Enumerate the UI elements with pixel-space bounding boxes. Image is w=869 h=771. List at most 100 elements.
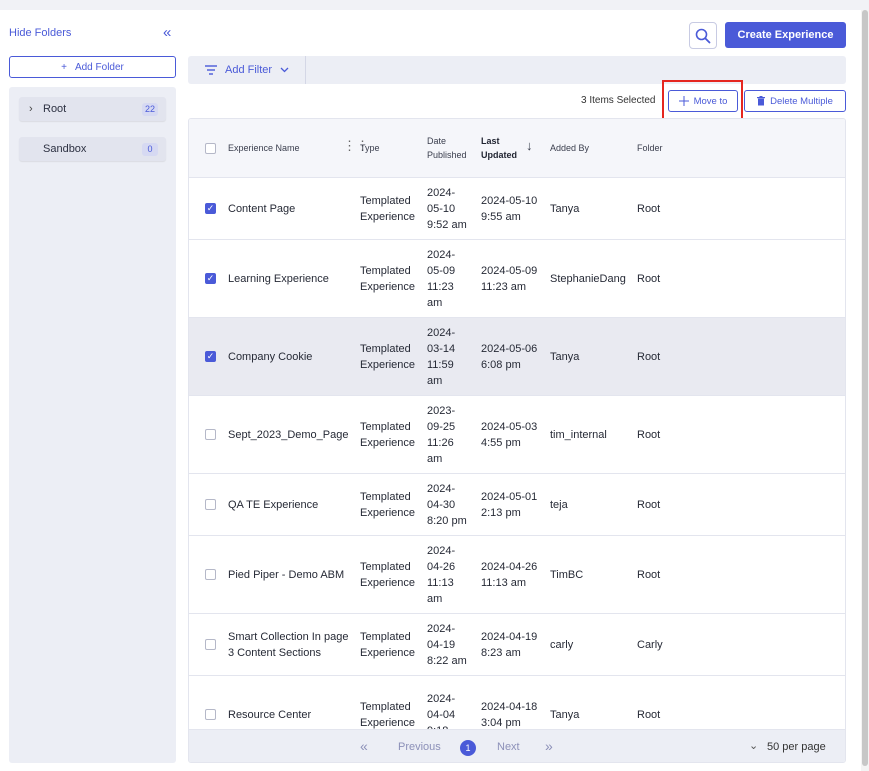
last-updated: 2024-05-09 11:23 am: [481, 263, 537, 295]
folder-name: Root: [637, 569, 661, 581]
table-row[interactable]: Pied Piper - Demo ABM Templated Experienc…: [189, 536, 845, 614]
last-updated-line: 9:55 am: [481, 211, 521, 223]
experience-name[interactable]: Smart Collection In page 3 Content Secti…: [228, 629, 356, 661]
folders-panel: › Root 22 Sandbox 0: [9, 87, 176, 763]
per-page-select[interactable]: 50 per page: [767, 741, 826, 753]
column-header-name[interactable]: Experience Name: [228, 141, 300, 155]
date-published: 2024- 04-26 11:13 am: [427, 543, 455, 607]
experience-name[interactable]: Resource Center: [228, 707, 356, 723]
row-checkbox[interactable]: ✓: [205, 203, 216, 214]
pagination-bar: « Previous 1 Next » ⌄ 50 per page: [189, 729, 845, 762]
table-row[interactable]: Sept_2023_Demo_Page Templated Experience 2…: [189, 396, 845, 474]
add-filter-button[interactable]: Add Filter: [188, 56, 306, 84]
row-checkbox[interactable]: ✓: [205, 351, 216, 362]
date-published: 2024- 05-09 11:23 am: [427, 247, 455, 311]
create-experience-button[interactable]: Create Experience: [725, 22, 846, 48]
date-published: 2023- 09-25 11:26 am: [427, 403, 455, 467]
last-updated: 2024-05-01 2:13 pm: [481, 489, 537, 521]
experience-name[interactable]: QA TE Experience: [228, 497, 356, 513]
experience-name[interactable]: Content Page: [228, 201, 356, 217]
added-by: Tanya: [550, 351, 580, 363]
search-button[interactable]: [689, 22, 717, 49]
filter-icon: [205, 65, 217, 75]
last-updated-line: 11:13 am: [481, 577, 527, 589]
row-checkbox[interactable]: [205, 709, 216, 720]
column-header-folder[interactable]: Folder: [637, 141, 663, 155]
table-row[interactable]: ✓ Company Cookie Templated Experience 2024-…: [189, 318, 845, 396]
folder-name: Root: [637, 709, 661, 721]
date-published: 2024- 05-10 9:52 am: [427, 185, 467, 233]
filter-bar: Add Filter: [188, 56, 846, 84]
add-folder-label: Add Folder: [74, 61, 124, 73]
next-page-button[interactable]: Next: [497, 741, 520, 753]
date-published: 2024- 03-14 11:59 am: [427, 325, 455, 389]
added-by: Tanya: [550, 203, 580, 215]
scrollbar-thumb[interactable]: [862, 10, 868, 766]
hide-folders-link[interactable]: Hide Folders: [9, 27, 71, 39]
select-all-checkbox[interactable]: [205, 143, 216, 154]
first-page-icon[interactable]: «: [360, 738, 368, 754]
date-published-line: 09-25: [427, 421, 456, 433]
last-updated: 2024-05-03 4:55 pm: [481, 419, 537, 451]
add-folder-button[interactable]: + Add Folder: [9, 56, 176, 78]
last-updated: 2024-05-06 6:08 pm: [481, 341, 537, 373]
experience-name[interactable]: Learning Experience: [228, 271, 356, 287]
date-published-line: 03-14: [427, 343, 456, 355]
experience-type: Templated Experience: [360, 265, 416, 293]
date-published-line: 8:22 am: [427, 655, 467, 667]
experience-type: Templated Experience: [360, 561, 416, 589]
folder-item-root[interactable]: › Root 22: [19, 97, 166, 121]
date-published-line: 11:59: [427, 359, 454, 371]
row-checkbox[interactable]: [205, 429, 216, 440]
page-scrollbar[interactable]: [861, 10, 869, 771]
last-updated-line: 2024-05-01: [481, 491, 538, 503]
date-published-line: 05-09: [427, 265, 456, 277]
column-header-type[interactable]: Type: [360, 141, 380, 155]
table-row[interactable]: ✓ Content Page Templated Experience 2024- 05…: [189, 178, 845, 240]
row-checkbox[interactable]: ✓: [205, 273, 216, 284]
last-updated-line: 2024-05-06: [481, 343, 538, 355]
last-page-icon[interactable]: »: [545, 738, 553, 754]
chevron-right-icon[interactable]: ›: [29, 103, 43, 115]
date-published-line: am: [427, 453, 443, 465]
column-header-last-updated[interactable]: Last Updated: [481, 134, 523, 162]
current-page-badge[interactable]: 1: [460, 740, 476, 756]
date-published-line: 04-30: [427, 499, 456, 511]
folder-name: Root: [637, 429, 661, 441]
folder-name: Root: [637, 499, 661, 511]
added-by: carly: [550, 639, 574, 651]
table-row[interactable]: ✓ Learning Experience Templated Experience…: [189, 240, 845, 318]
added-by: TimBC: [550, 569, 584, 581]
folder-item-sandbox[interactable]: Sandbox 0: [19, 137, 166, 161]
last-updated-line: 2024-05-03: [481, 421, 538, 433]
date-published-line: 2024-: [427, 545, 456, 557]
double-chevron-left-icon[interactable]: «: [163, 25, 171, 40]
search-icon: [695, 28, 711, 43]
row-checkbox[interactable]: [205, 499, 216, 510]
last-updated-line: 11:23 am: [481, 281, 527, 293]
folder-label: Sandbox: [43, 143, 87, 155]
date-published-line: 2024-: [427, 327, 456, 339]
row-checkbox[interactable]: [205, 569, 216, 580]
folder-count-badge: 22: [141, 103, 158, 116]
table-row[interactable]: Smart Collection In page 3 Content Secti…: [189, 614, 845, 676]
date-published-line: 2024-: [427, 623, 456, 635]
previous-page-button[interactable]: Previous: [398, 741, 441, 753]
table-row[interactable]: QA TE Experience Templated Experience 2024…: [189, 474, 845, 536]
selected-count-text: 3 Items Selected: [581, 95, 656, 106]
trash-icon: [757, 96, 766, 106]
column-header-date-published[interactable]: Date Published: [427, 134, 472, 162]
experience-name[interactable]: Company Cookie: [228, 349, 356, 365]
column-header-added-by[interactable]: Added By: [550, 141, 589, 155]
folder-name: Carly: [637, 639, 663, 651]
date-published-line: 8:20 pm: [427, 515, 467, 527]
last-updated-line: 2024-04-19: [481, 631, 538, 643]
date-published-line: 04-04: [427, 709, 456, 721]
delete-multiple-button[interactable]: Delete Multiple: [744, 90, 846, 112]
row-checkbox[interactable]: [205, 639, 216, 650]
experience-name[interactable]: Sept_2023_Demo_Page: [228, 427, 356, 443]
last-updated: 2024-04-18 3:04 pm: [481, 699, 537, 731]
experience-name[interactable]: Pied Piper - Demo ABM: [228, 567, 356, 583]
sort-down-arrow-icon[interactable]: ↓: [526, 139, 533, 153]
chevron-down-icon[interactable]: ⌄: [749, 739, 758, 752]
